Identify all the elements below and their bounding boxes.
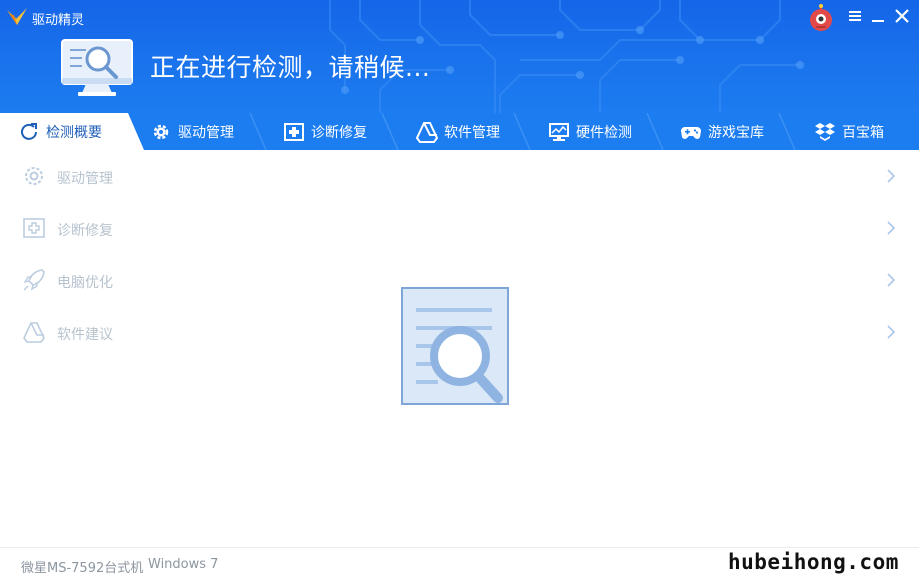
tab-game-library[interactable]: 游戏宝库 [680, 113, 764, 150]
software-triangle-icon [23, 322, 45, 343]
tab-label: 硬件检测 [576, 124, 632, 141]
tab-label: 驱动管理 [178, 124, 234, 141]
header-banner: 驱动精灵 正在进行检测，请稍候... [0, 0, 919, 113]
software-triangle-icon [416, 121, 438, 143]
monitor-scan-icon [61, 39, 133, 96]
list-item-driver-management[interactable]: 驱动管理 [0, 150, 919, 202]
main-tab-bar: 检测概要 驱动管理 诊断修复 软件管理 硬件检测 游戏宝库 百宝箱 [0, 113, 919, 150]
driver-genius-window: 驱动精灵 正在进行检测，请稍候... 检测概要 驱动管理 诊断修复 软件管理 硬… [0, 0, 919, 582]
tab-software-management[interactable]: 软件管理 [416, 113, 500, 150]
chevron-right-icon [887, 169, 896, 183]
tab-overview[interactable]: 检测概要 [18, 113, 102, 150]
site-watermark: hubeihong.com [728, 550, 899, 574]
list-item-label: 诊断修复 [57, 223, 113, 239]
list-item-label: 电脑优化 [57, 275, 113, 291]
refresh-icon [21, 122, 37, 140]
chevron-right-icon [887, 273, 896, 287]
monitor-chart-icon [549, 122, 569, 141]
app-title: 驱动精灵 [32, 13, 85, 28]
minimize-icon[interactable] [869, 6, 887, 26]
close-icon[interactable] [893, 6, 911, 26]
chevron-right-icon [887, 221, 896, 235]
list-item-diagnose-repair[interactable]: 诊断修复 [0, 202, 919, 254]
tab-label: 软件管理 [444, 124, 500, 141]
tab-driver-management[interactable]: 驱动管理 [150, 113, 234, 150]
tab-label: 诊断修复 [311, 124, 367, 141]
tab-label: 百宝箱 [842, 124, 884, 141]
tab-label: 检测概要 [46, 124, 102, 141]
machine-model-text: 微星MS-7592台式机 [21, 561, 144, 576]
app-logo-icon [7, 8, 27, 25]
scan-status-text: 正在进行检测，请稍候... [150, 53, 431, 82]
tab-label: 游戏宝库 [708, 124, 764, 141]
os-version-text: Windows 7 [148, 557, 219, 572]
medical-cross-icon [23, 218, 45, 238]
gamepad-icon [681, 126, 701, 139]
menu-icon[interactable] [846, 6, 864, 26]
gear-icon [25, 167, 43, 185]
rocket-icon [23, 269, 45, 291]
tab-diagnose-repair[interactable]: 诊断修复 [283, 113, 367, 150]
list-item-label: 软件建议 [57, 327, 113, 343]
medical-cross-icon [284, 122, 304, 141]
chevron-right-icon [887, 325, 896, 339]
tab-hardware-detection[interactable]: 硬件检测 [548, 113, 632, 150]
document-scan-icon [401, 287, 509, 405]
circuit-background [329, 0, 804, 113]
gear-icon [153, 124, 169, 139]
tab-toolbox[interactable]: 百宝箱 [814, 113, 884, 150]
robot-icon[interactable] [808, 4, 834, 32]
status-footer: 微星MS-7592台式机 Windows 7 hubeihong.com [0, 547, 919, 582]
list-item-label: 驱动管理 [57, 171, 113, 187]
toolbox-icon [815, 122, 835, 141]
